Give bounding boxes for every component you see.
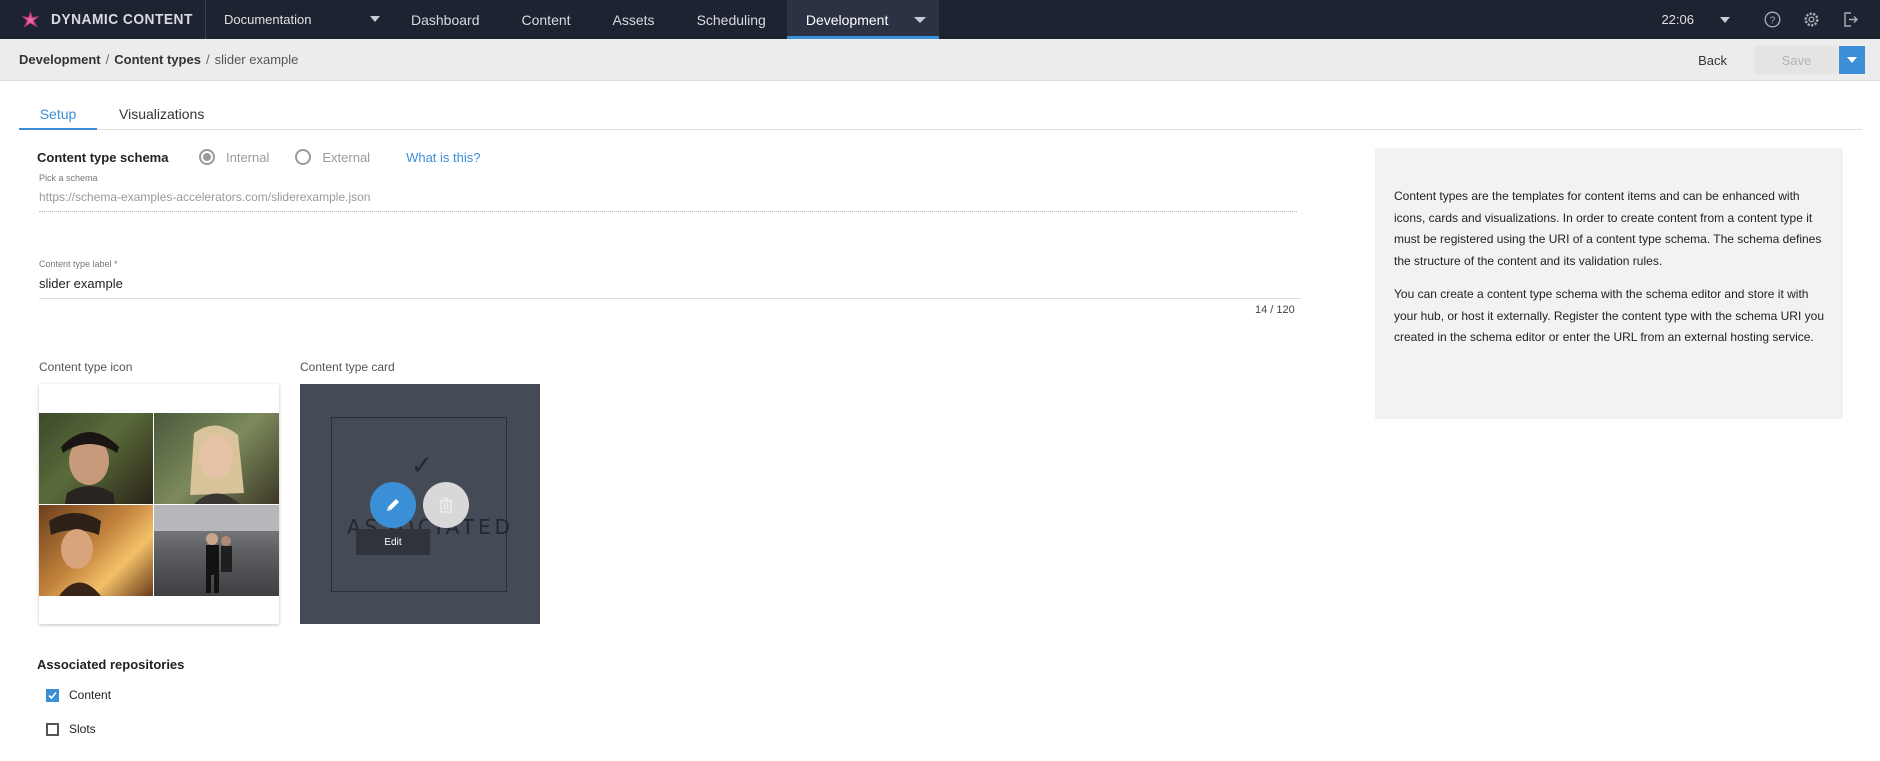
- content-type-card-label: Content type card: [300, 360, 395, 374]
- pick-schema-label: Pick a schema: [39, 173, 98, 183]
- nav-scheduling[interactable]: Scheduling: [676, 0, 787, 39]
- character-counter: 14 / 120: [1255, 304, 1295, 316]
- pencil-icon: [387, 499, 399, 511]
- help-icon[interactable]: ?: [1763, 11, 1781, 29]
- repo-content-label: Content: [69, 688, 112, 702]
- brand-name: DYNAMIC CONTENT: [50, 11, 193, 28]
- associated-repositories-title: Associated repositories: [37, 657, 185, 672]
- tab-bar: Setup Visualizations: [19, 102, 1862, 130]
- chevron-down-icon: [1847, 57, 1857, 63]
- breadcrumb-current: slider example: [214, 52, 299, 67]
- nav-dashboard[interactable]: Dashboard: [390, 0, 501, 39]
- top-right-tools: 22:06 ?: [1661, 0, 1880, 39]
- info-paragraph-1: Content types are the templates for cont…: [1394, 189, 1822, 268]
- chevron-down-icon[interactable]: [913, 17, 926, 23]
- repo-slots-label: Slots: [69, 722, 96, 736]
- info-paragraph-2: You can create a content type schema wit…: [1394, 287, 1824, 344]
- brand-logo-icon: [21, 10, 40, 28]
- hub-selector-label: Documentation: [224, 12, 312, 27]
- icon-photo-2: [154, 413, 279, 504]
- breadcrumb-separator: /: [105, 52, 110, 67]
- tab-setup[interactable]: Setup: [19, 102, 97, 130]
- check-icon: ✓: [411, 450, 433, 480]
- breadcrumb-separator: /: [205, 52, 210, 67]
- icon-photo-3: [39, 505, 153, 596]
- nav-assets[interactable]: Assets: [592, 0, 676, 39]
- clock: 22:06: [1661, 12, 1694, 27]
- card-preview-frame: [331, 417, 507, 592]
- radio-internal-label: Internal: [226, 149, 270, 165]
- content-type-icon-label: Content type icon: [39, 360, 133, 374]
- content-type-card: ✓ ASSOCIATED Edit: [300, 384, 540, 624]
- trash-icon: [439, 497, 453, 513]
- logout-icon[interactable]: [1841, 11, 1859, 29]
- page-actions: Back Save: [1698, 46, 1865, 74]
- radio-external[interactable]: [295, 149, 312, 165]
- radio-internal[interactable]: [199, 149, 215, 165]
- content-type-icon[interactable]: [39, 384, 279, 624]
- save-options-button[interactable]: [1839, 46, 1865, 74]
- chevron-down-icon: [370, 16, 380, 22]
- info-panel: Content types are the templates for cont…: [1375, 148, 1843, 419]
- schema-row: Content type schema Internal External Wh…: [37, 149, 481, 165]
- delete-card-button[interactable]: [423, 482, 469, 528]
- top-nav: DYNAMIC CONTENT Documentation Dashboard …: [0, 0, 1880, 39]
- radio-dot: [203, 153, 211, 161]
- main-nav: Dashboard Content Assets Scheduling Deve…: [390, 0, 939, 39]
- check-icon: [48, 691, 57, 699]
- edit-tooltip: Edit: [356, 529, 430, 555]
- svg-text:?: ?: [1769, 16, 1775, 27]
- radio-external-label: External: [322, 149, 371, 165]
- schema-uri-field[interactable]: https://schema-examples-accelerators.com…: [39, 190, 1297, 212]
- breadcrumb-development[interactable]: Development: [19, 52, 101, 67]
- checkbox-content[interactable]: [46, 688, 59, 702]
- breadcrumb-bar: Development / Content types / slider exa…: [0, 39, 1880, 81]
- icon-photo-1: [39, 413, 153, 504]
- checkbox-slots[interactable]: [46, 722, 59, 736]
- icon-photo-4: [154, 505, 279, 596]
- hub-selector[interactable]: Documentation: [206, 0, 390, 39]
- nav-development-label: Development: [805, 11, 889, 28]
- nav-development[interactable]: Development: [786, 0, 939, 39]
- edit-card-button[interactable]: [370, 482, 416, 528]
- repo-content[interactable]: Content: [46, 688, 111, 702]
- schema-title: Content type schema: [37, 149, 169, 165]
- content-type-label-input[interactable]: slider example: [39, 276, 1301, 299]
- brand[interactable]: DYNAMIC CONTENT: [0, 0, 206, 39]
- chevron-down-icon[interactable]: [1720, 16, 1730, 23]
- breadcrumb: Development / Content types / slider exa…: [0, 52, 298, 67]
- nav-content[interactable]: Content: [501, 0, 592, 39]
- back-button[interactable]: Back: [1698, 53, 1727, 68]
- breadcrumb-content-types[interactable]: Content types: [114, 52, 201, 67]
- save-button[interactable]: Save: [1755, 46, 1838, 74]
- repo-slots[interactable]: Slots: [46, 722, 96, 736]
- gear-icon[interactable]: [1802, 11, 1820, 29]
- what-is-this-link[interactable]: What is this?: [406, 150, 480, 165]
- content-type-label-label: Content type label *: [39, 259, 118, 269]
- tab-visualizations[interactable]: Visualizations: [97, 102, 226, 130]
